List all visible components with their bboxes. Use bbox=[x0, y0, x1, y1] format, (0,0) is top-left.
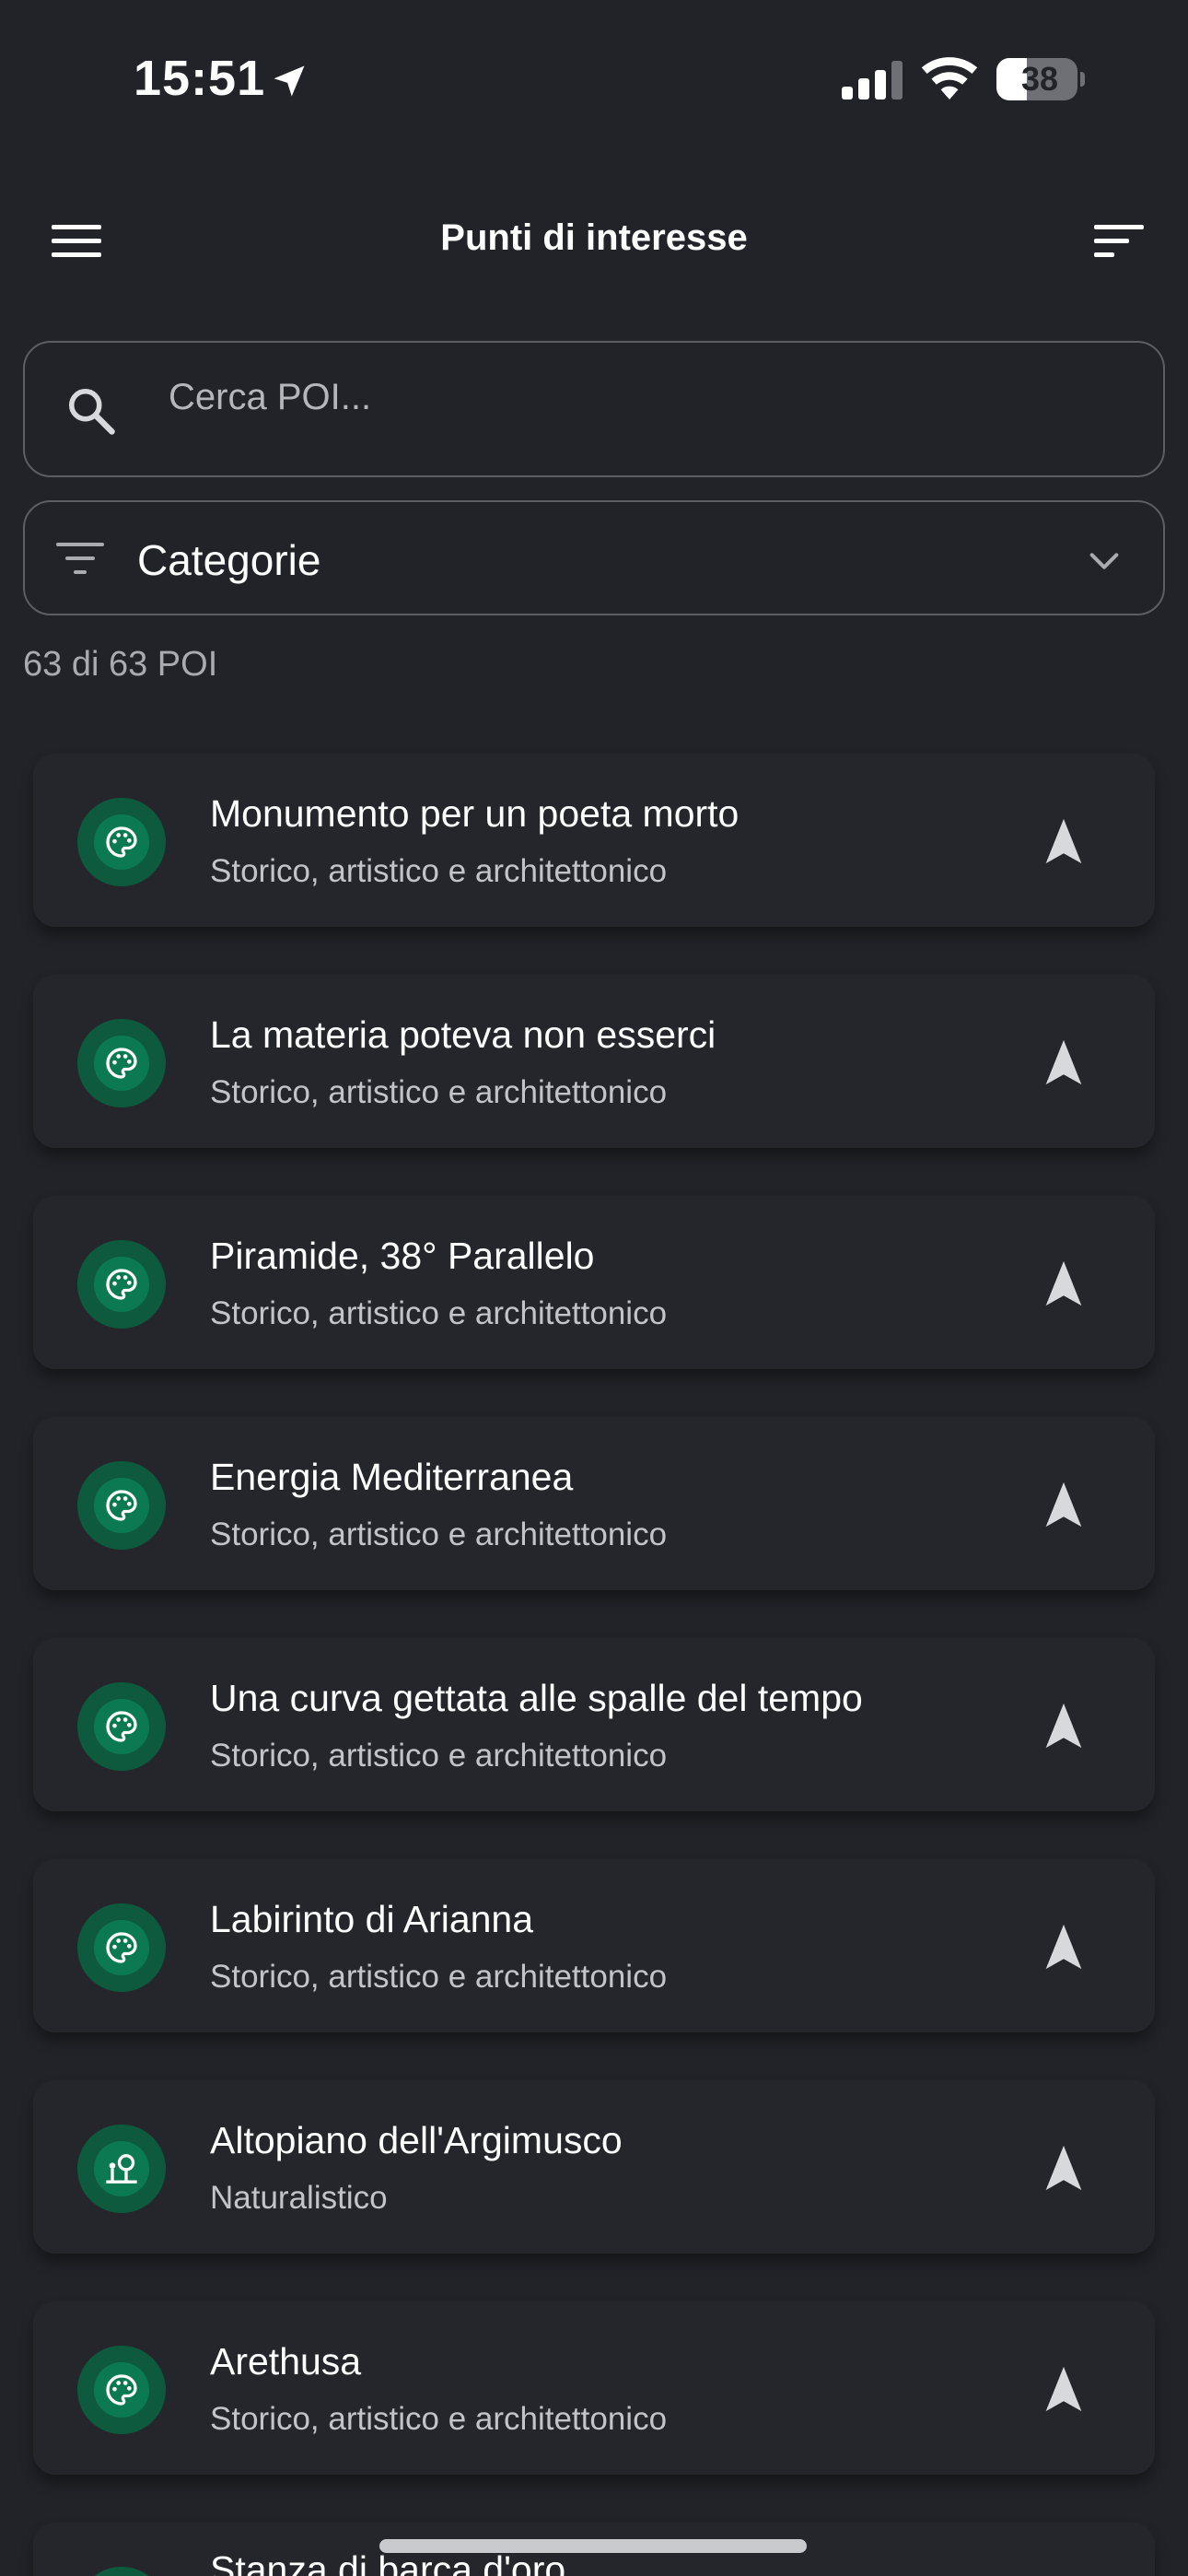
poi-name: Energia Mediterranea bbox=[210, 1456, 574, 1498]
poi-category: Storico, artistico e architettonico bbox=[210, 1295, 668, 1331]
poi-name: Una curva gettata alle spalle del tempo bbox=[210, 1677, 863, 1719]
palette-icon bbox=[106, 1490, 137, 1521]
category-dropdown[interactable]: Categorie bbox=[23, 500, 1165, 615]
poi-category: Storico, artistico e architettonico bbox=[210, 853, 668, 889]
poi-name: Altopiano dell'Argimusco bbox=[210, 2119, 623, 2161]
page-title: Punti di interesse bbox=[440, 217, 748, 258]
navigation-arrow-icon[interactable] bbox=[1037, 1699, 1090, 1752]
poi-category: Storico, artistico e architettonico bbox=[210, 1516, 668, 1552]
poi-avatar bbox=[77, 1903, 166, 1992]
category-label: Categorie bbox=[137, 536, 321, 584]
navigation-arrow-icon[interactable] bbox=[1037, 814, 1090, 868]
app-bar: Punti di interesse bbox=[0, 203, 1188, 278]
battery-body: 38 bbox=[996, 58, 1077, 100]
nature-icon bbox=[106, 2154, 137, 2184]
poi-item[interactable]: Piramide, 38° Parallelo Storico, artisti… bbox=[33, 1196, 1155, 1369]
status-time: 15:51 bbox=[134, 51, 266, 106]
poi-item[interactable]: La materia poteva non esserci Storico, a… bbox=[33, 975, 1155, 1148]
palette-icon bbox=[106, 826, 137, 858]
screen: 15:51 38 Punti di interesse Cerca POI...… bbox=[0, 0, 1188, 2576]
poi-count: 63 di 63 POI bbox=[23, 645, 218, 684]
poi-avatar bbox=[77, 2125, 166, 2213]
chevron-down-icon bbox=[1089, 553, 1119, 569]
search-input[interactable] bbox=[169, 365, 1126, 429]
poi-category: Naturalistico bbox=[210, 2180, 388, 2216]
navigation-arrow-icon[interactable] bbox=[1037, 1478, 1090, 1531]
palette-icon bbox=[106, 1048, 137, 1079]
battery-indicator: 38 bbox=[996, 58, 1085, 100]
status-bar: 15:51 38 bbox=[0, 0, 1188, 161]
poi-avatar bbox=[77, 1461, 166, 1550]
poi-name: Monumento per un poeta morto bbox=[210, 792, 740, 835]
palette-icon bbox=[106, 1269, 137, 1300]
location-arrow-icon bbox=[274, 65, 305, 97]
battery-percentage: 38 bbox=[1020, 60, 1059, 98]
navigation-arrow-icon[interactable] bbox=[1037, 2362, 1090, 2416]
poi-avatar bbox=[77, 2346, 166, 2434]
navigation-arrow-icon[interactable] bbox=[1037, 2141, 1090, 2195]
poi-avatar bbox=[77, 1240, 166, 1329]
navigation-arrow-icon[interactable] bbox=[1037, 1920, 1090, 1973]
poi-item[interactable]: Arethusa Storico, artistico e architetto… bbox=[33, 2301, 1155, 2475]
poi-name: Piramide, 38° Parallelo bbox=[210, 1235, 595, 1277]
filter-icon bbox=[56, 543, 104, 574]
poi-item[interactable]: Labirinto di Arianna Storico, artistico … bbox=[33, 1859, 1155, 2032]
battery-tip bbox=[1080, 72, 1085, 87]
palette-icon bbox=[106, 1711, 137, 1742]
poi-avatar bbox=[77, 1682, 166, 1771]
poi-item[interactable]: Altopiano dell'Argimusco Naturalistico bbox=[33, 2080, 1155, 2254]
poi-category: Storico, artistico e architettonico bbox=[210, 1959, 668, 1995]
sort-icon[interactable] bbox=[1090, 219, 1147, 263]
poi-category: Storico, artistico e architettonico bbox=[210, 1074, 668, 1110]
poi-category: Storico, artistico e architettonico bbox=[210, 1738, 668, 1774]
poi-avatar bbox=[77, 2567, 166, 2576]
cellular-signal-icon bbox=[842, 61, 903, 100]
navigation-arrow-icon[interactable] bbox=[1037, 1036, 1090, 1089]
poi-category: Storico, artistico e architettonico bbox=[210, 2401, 668, 2437]
poi-avatar bbox=[77, 798, 166, 886]
search-icon bbox=[69, 389, 115, 435]
poi-name: Labirinto di Arianna bbox=[210, 1898, 534, 1940]
poi-item[interactable]: Una curva gettata alle spalle del tempo … bbox=[33, 1638, 1155, 1811]
poi-item[interactable]: Monumento per un poeta morto Storico, ar… bbox=[33, 754, 1155, 927]
palette-icon bbox=[106, 1932, 137, 1963]
poi-name: La materia poteva non esserci bbox=[210, 1013, 716, 1056]
poi-item[interactable]: Energia Mediterranea Storico, artistico … bbox=[33, 1417, 1155, 1590]
wifi-icon bbox=[921, 57, 978, 100]
palette-icon bbox=[106, 2374, 137, 2406]
poi-avatar bbox=[77, 1019, 166, 1107]
navigation-arrow-icon[interactable] bbox=[1037, 1257, 1090, 1310]
poi-name: Arethusa bbox=[210, 2340, 362, 2383]
search-box[interactable] bbox=[23, 341, 1165, 477]
home-indicator[interactable] bbox=[379, 2539, 807, 2553]
